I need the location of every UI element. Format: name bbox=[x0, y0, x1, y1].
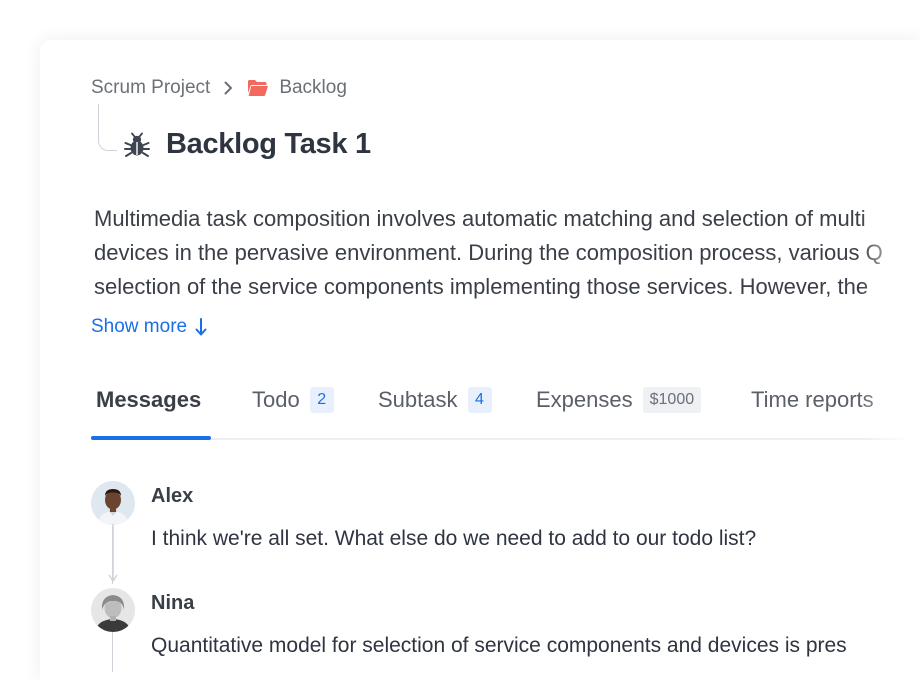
tab-label: Subtask bbox=[378, 387, 458, 412]
thread-arrow-icon bbox=[108, 524, 118, 583]
tab-label: Time reports bbox=[751, 387, 874, 412]
tab-label: Expenses bbox=[536, 387, 633, 412]
tab-messages[interactable]: Messages bbox=[96, 378, 201, 438]
tab-time-reports[interactable]: Time reports bbox=[751, 378, 874, 438]
description-line: selection of the service components impl… bbox=[94, 274, 869, 299]
count-badge: 4 bbox=[467, 387, 492, 413]
breadcrumb-project[interactable]: Scrum Project bbox=[91, 77, 210, 99]
avatar[interactable] bbox=[91, 481, 135, 525]
task-title: Backlog Task 1 bbox=[166, 128, 371, 160]
tab-label: Messages bbox=[96, 387, 202, 412]
breadcrumb-folder[interactable]: Backlog bbox=[279, 77, 347, 99]
tab-label: Todo bbox=[252, 387, 300, 412]
thread-line bbox=[112, 632, 113, 672]
chevron-right-icon bbox=[224, 81, 233, 95]
show-more-link[interactable]: Show more bbox=[91, 316, 207, 338]
message-author: Alex bbox=[151, 485, 194, 507]
tab-subtask[interactable]: Subtask 4 bbox=[378, 378, 492, 438]
description-line: Multimedia task composition involves aut… bbox=[94, 206, 866, 231]
breadcrumb-connector bbox=[98, 104, 117, 151]
tab-expenses[interactable]: Expenses $1000 bbox=[536, 378, 702, 438]
folder-open-icon bbox=[247, 79, 269, 97]
message-text: I think we're all set. What else do we n… bbox=[151, 527, 757, 550]
message-text: Quantitative model for selection of serv… bbox=[151, 634, 847, 657]
arrow-down-icon bbox=[195, 318, 207, 336]
overflow-fade bbox=[860, 40, 920, 680]
amount-badge: $1000 bbox=[642, 387, 702, 413]
description-line: devices in the pervasive environment. Du… bbox=[94, 240, 883, 265]
active-tab-indicator bbox=[91, 436, 211, 440]
avatar[interactable] bbox=[91, 588, 135, 632]
tab-todo[interactable]: Todo 2 bbox=[252, 378, 334, 438]
tab-bar: Messages Todo 2 Subtask 4 Expenses $1000… bbox=[91, 378, 920, 440]
count-badge: 2 bbox=[309, 387, 334, 413]
message-author: Nina bbox=[151, 592, 195, 614]
task-detail-card: Scrum Project Backlog Backlog Task 1 Mul… bbox=[40, 40, 920, 680]
bug-icon bbox=[124, 132, 150, 158]
breadcrumb: Scrum Project Backlog bbox=[91, 77, 347, 99]
task-description: Multimedia task composition involves aut… bbox=[94, 202, 920, 304]
task-header: Backlog Task 1 bbox=[124, 128, 371, 161]
show-more-label: Show more bbox=[91, 316, 188, 337]
